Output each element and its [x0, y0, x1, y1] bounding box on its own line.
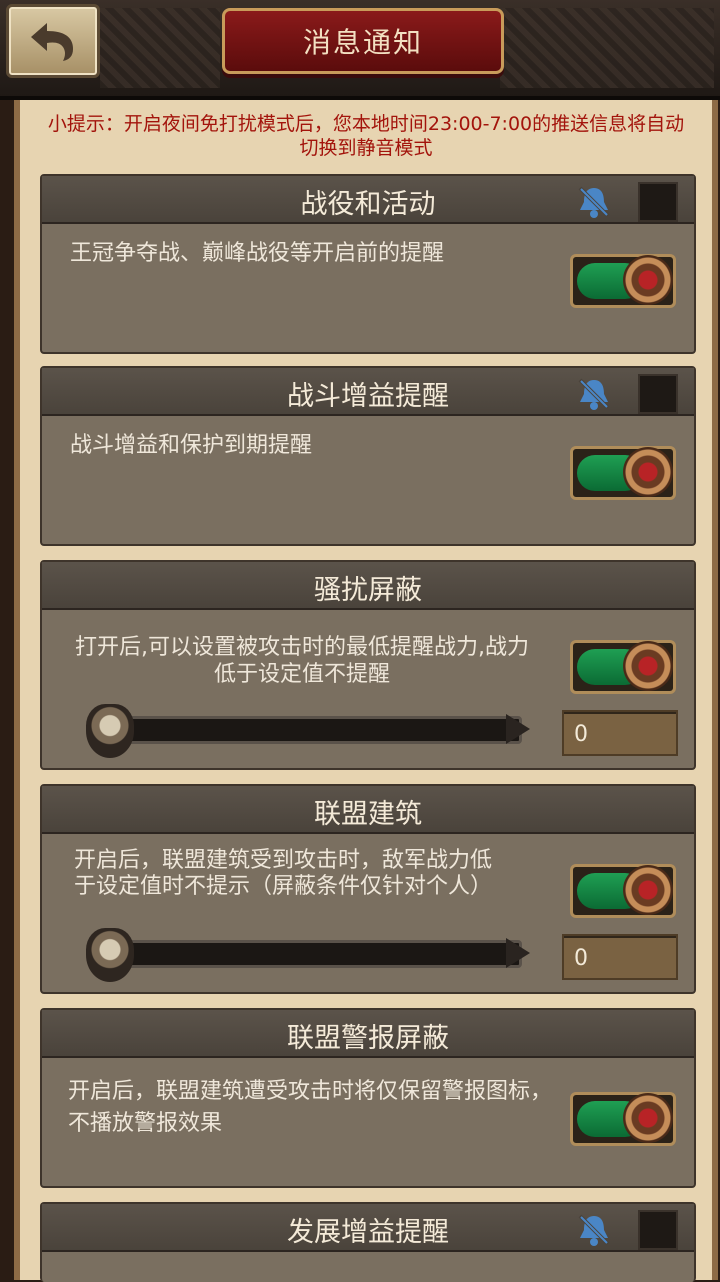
- slider-track: [116, 940, 522, 968]
- section-title: 联盟建筑: [314, 799, 422, 830]
- section-description: 开启后，联盟建筑受到攻击时，敌军战力低于设定值时不提示（屏蔽条件仅针对个人）: [73, 848, 492, 899]
- bell-muted-icon: [578, 378, 610, 410]
- section-title: 联盟警报屏蔽: [287, 1023, 449, 1054]
- bell-muted-icon: [578, 186, 610, 218]
- mute-checkbox[interactable]: [638, 1210, 678, 1250]
- slider-arrow: [506, 714, 530, 744]
- slider-handle[interactable]: [86, 928, 134, 982]
- section-description: 打开后,可以设置被攻击时的最低提醒战力,战力低于设定值不提醒: [75, 635, 529, 687]
- toggle-knob: [623, 865, 673, 915]
- section-header: 战斗增益提醒: [42, 368, 694, 416]
- back-button[interactable]: [6, 4, 100, 78]
- title-plate: 消息通知: [222, 8, 504, 74]
- section-harassment-block: 骚扰屏蔽 打开后,可以设置被攻击时的最低提醒战力,战力低于设定值不提醒 0: [40, 560, 696, 770]
- slider-track: [116, 716, 522, 744]
- settings-panel: 小提示：开启夜间免打扰模式后，您本地时间23:00-7:00的推送信息将自动切换…: [14, 100, 718, 1282]
- section-header: 联盟警报屏蔽: [42, 1010, 694, 1058]
- notification-toggle[interactable]: [570, 254, 676, 308]
- section-header: 骚扰屏蔽: [42, 562, 694, 610]
- header-ornament-left: [100, 8, 220, 88]
- slider-arrow: [506, 938, 530, 968]
- section-description: 开启后，联盟建筑遭受攻击时将仅保留警报图标，不播放警报效果: [68, 1079, 553, 1136]
- section-alliance-alert: 联盟警报屏蔽 开启后，联盟建筑遭受攻击时将仅保留警报图标，不播放警报效果: [40, 1008, 696, 1188]
- toggle-knob: [623, 1093, 673, 1143]
- section-header: 联盟建筑: [42, 786, 694, 834]
- section-header: 战役和活动: [42, 176, 694, 224]
- section-header: 发展增益提醒: [42, 1204, 694, 1252]
- notification-toggle[interactable]: [570, 864, 676, 918]
- slider-handle[interactable]: [86, 704, 134, 758]
- page-title: 消息通知: [302, 26, 423, 59]
- notification-toggle[interactable]: [570, 446, 676, 500]
- threshold-value-input[interactable]: 0: [562, 710, 678, 756]
- section-description: 王冠争夺战、巅峰战役等开启前的提醒: [70, 241, 445, 266]
- tip-text: 小提示：开启夜间免打扰模式后，您本地时间23:00-7:00的推送信息将自动切换…: [47, 113, 685, 159]
- top-bar: 消息通知: [0, 0, 720, 100]
- notification-toggle[interactable]: [570, 1092, 676, 1146]
- threshold-value-input[interactable]: 0: [562, 934, 678, 980]
- section-description: 战斗增益和保护到期提醒: [70, 433, 313, 458]
- bell-muted-icon: [578, 1214, 610, 1246]
- section-alliance-building: 联盟建筑 开启后，联盟建筑受到攻击时，敌军战力低于设定值时不提示（屏蔽条件仅针对…: [40, 784, 696, 994]
- toggle-knob: [623, 447, 673, 497]
- section-campaign: 战役和活动 王冠争夺战、巅峰战役等开启前的提醒: [40, 174, 696, 354]
- notification-toggle[interactable]: [570, 640, 676, 694]
- mute-checkbox[interactable]: [638, 374, 678, 414]
- mute-checkbox[interactable]: [638, 182, 678, 222]
- section-title: 骚扰屏蔽: [314, 575, 422, 606]
- section-development-buff: 发展增益提醒: [40, 1202, 696, 1282]
- header-ornament-right: [500, 8, 714, 88]
- power-threshold-slider[interactable]: [86, 704, 530, 758]
- power-threshold-slider[interactable]: [86, 928, 530, 982]
- back-arrow-icon: [31, 23, 73, 61]
- toggle-knob: [623, 255, 673, 305]
- toggle-knob: [623, 641, 673, 691]
- section-battle-buff: 战斗增益提醒 战斗增益和保护到期提醒: [40, 366, 696, 546]
